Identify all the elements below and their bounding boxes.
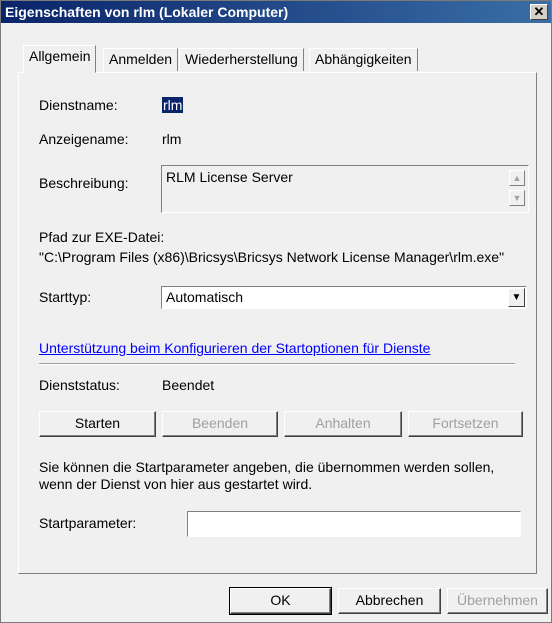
scroll-up-icon: ▲ — [512, 173, 522, 183]
tab-abhaengigkeiten[interactable]: Abhängigkeiten — [309, 48, 418, 71]
description-field[interactable]: RLM License Server ▲ ▼ — [161, 165, 529, 213]
close-icon: ✕ — [533, 4, 545, 19]
close-button[interactable]: ✕ — [530, 4, 548, 20]
chevron-down-icon[interactable]: ▼ — [508, 288, 525, 307]
start-params-hint: Sie können die Startparameter angeben, d… — [39, 459, 495, 492]
service-name-label: Dienstname: — [39, 97, 118, 113]
stop-service-button[interactable]: Beenden — [162, 411, 278, 437]
service-name-value[interactable]: rlm — [162, 97, 184, 113]
display-name-label: Anzeigename: — [39, 131, 129, 147]
separator — [39, 363, 515, 365]
tab-anmelden[interactable]: Anmelden — [103, 48, 179, 71]
startup-type-value: Automatisch — [166, 289, 244, 305]
window-title: Eigenschaften von rlm (Lokaler Computer) — [5, 4, 289, 20]
ok-button[interactable]: OK — [229, 587, 332, 615]
tab-wiederherstellung[interactable]: Wiederherstellung — [179, 48, 304, 71]
startup-type-select[interactable]: Automatisch ▼ — [161, 286, 527, 309]
display-name-value[interactable]: rlm — [162, 131, 181, 147]
properties-dialog: Eigenschaften von rlm (Lokaler Computer)… — [0, 0, 552, 623]
exe-path-label: Pfad zur EXE-Datei: — [39, 229, 165, 245]
service-status-label: Dienststatus: — [39, 377, 120, 393]
resume-service-button[interactable]: Fortsetzen — [408, 411, 523, 437]
start-params-input[interactable] — [187, 511, 521, 537]
title-bar: Eigenschaften von rlm (Lokaler Computer)… — [1, 1, 551, 23]
exe-path-value[interactable]: "C:\Program Files (x86)\Bricsys\Bricsys … — [39, 249, 504, 265]
startup-type-label: Starttyp: — [39, 289, 92, 305]
scroll-down-button[interactable]: ▼ — [509, 190, 525, 206]
scroll-up-button[interactable]: ▲ — [509, 170, 525, 186]
general-tab-panel — [18, 72, 537, 574]
pause-service-button[interactable]: Anhalten — [284, 411, 402, 437]
start-service-button[interactable]: Starten — [39, 411, 156, 437]
startup-options-help-link[interactable]: Unterstützung beim Konfigurieren der Sta… — [39, 340, 430, 356]
service-status-value: Beendet — [162, 377, 215, 393]
cancel-button[interactable]: Abbrechen — [338, 588, 441, 614]
description-label: Beschreibung: — [39, 175, 129, 191]
scroll-down-icon: ▼ — [512, 193, 522, 203]
apply-button[interactable]: Übernehmen — [447, 588, 548, 614]
description-value: RLM License Server — [166, 169, 293, 185]
tab-allgemein[interactable]: Allgemein — [23, 45, 97, 73]
start-params-label: Startparameter: — [39, 515, 137, 531]
